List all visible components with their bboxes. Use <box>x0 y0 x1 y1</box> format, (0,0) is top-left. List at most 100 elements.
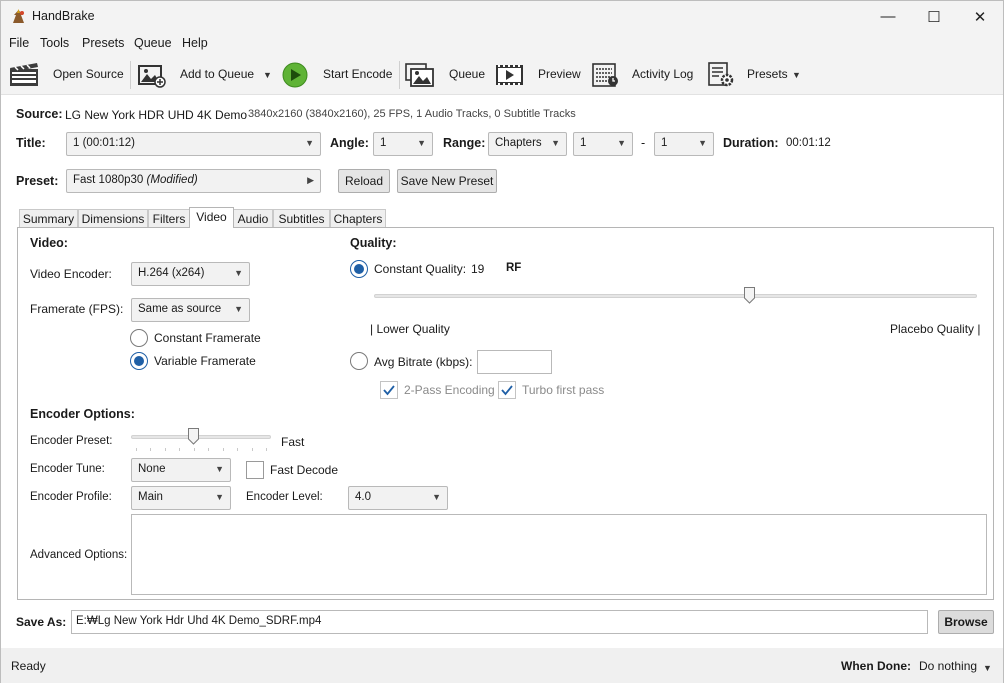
title-select[interactable]: 1 (00:01:12) ▼ <box>66 132 321 156</box>
slider-tick <box>165 448 166 451</box>
placebo-quality-label: Placebo Quality | <box>890 322 981 336</box>
range-end-value: 1 <box>661 137 668 149</box>
constant-quality-radio[interactable] <box>350 260 368 278</box>
source-label: Source: <box>16 107 63 121</box>
add-to-queue-dropdown-icon[interactable]: ▼ <box>263 70 272 80</box>
range-type-select[interactable]: Chapters ▼ <box>488 132 567 156</box>
constant-framerate-radio[interactable] <box>130 329 148 347</box>
range-type-value: Chapters <box>495 137 542 149</box>
video-heading: Video: <box>30 236 68 250</box>
open-source-button[interactable]: Open Source <box>53 67 124 81</box>
browse-button[interactable]: Browse <box>938 610 994 634</box>
handbrake-logo-icon <box>13 9 24 23</box>
preview-button[interactable]: Preview <box>538 67 581 81</box>
avg-bitrate-input[interactable] <box>477 350 552 374</box>
start-encode-icon[interactable] <box>281 62 311 88</box>
minimize-icon: — <box>880 8 896 25</box>
fast-decode-label[interactable]: Fast Decode <box>270 463 338 477</box>
encoder-profile-select[interactable]: Main ▼ <box>131 486 231 510</box>
presets-dropdown-icon[interactable]: ▼ <box>792 70 801 80</box>
activity-log-button[interactable]: Activity Log <box>632 67 693 81</box>
encoder-tune-select[interactable]: None ▼ <box>131 458 231 482</box>
variable-framerate-radio[interactable] <box>130 352 148 370</box>
range-start-select[interactable]: 1 ▼ <box>573 132 633 156</box>
maximize-button[interactable]: ☐ <box>911 1 957 32</box>
tab-audio[interactable]: Audio <box>233 209 273 228</box>
when-done-select[interactable]: Do nothing <box>919 659 977 673</box>
video-tab-panel: Video: Video Encoder: H.264 (x264) ▼ Fram… <box>17 227 994 600</box>
title-bar: HandBrake — ☐ ✕ <box>1 1 1003 32</box>
checkmark-icon <box>383 385 395 396</box>
queue-button[interactable]: Queue <box>449 67 485 81</box>
turbo-first-pass-checkbox[interactable] <box>498 381 516 399</box>
open-source-icon[interactable] <box>9 62 39 88</box>
advanced-options-textarea[interactable] <box>131 514 987 595</box>
constant-quality-label[interactable]: Constant Quality: <box>374 262 466 276</box>
add-to-queue-button[interactable]: Add to Queue <box>180 67 254 81</box>
chevron-down-icon: ▼ <box>432 492 441 502</box>
menu-file[interactable]: File <box>9 36 29 50</box>
range-end-select[interactable]: 1 ▼ <box>654 132 714 156</box>
when-done-dropdown-icon[interactable]: ▼ <box>983 663 992 673</box>
tab-subtitles[interactable]: Subtitles <box>273 209 330 228</box>
encoder-tune-label: Encoder Tune: <box>30 463 105 475</box>
fast-decode-checkbox[interactable] <box>246 461 264 479</box>
range-label: Range: <box>443 136 486 150</box>
encoder-options-heading: Encoder Options: <box>30 407 135 421</box>
minimize-button[interactable]: — <box>865 1 911 32</box>
avg-bitrate-label[interactable]: Avg Bitrate (kbps): <box>374 355 472 369</box>
slider-tick <box>237 448 238 451</box>
duration-label: Duration: <box>723 136 779 150</box>
tab-video[interactable]: Video <box>189 207 234 228</box>
framerate-select[interactable]: Same as source ▼ <box>131 298 250 322</box>
video-encoder-select[interactable]: H.264 (x264) ▼ <box>131 262 250 286</box>
quality-slider-thumb[interactable] <box>744 287 755 304</box>
tab-chapters[interactable]: Chapters <box>330 209 386 228</box>
presets-button[interactable]: Presets <box>747 67 788 81</box>
window-title: HandBrake <box>32 9 95 23</box>
turbo-first-pass-label: Turbo first pass <box>522 383 605 397</box>
close-button[interactable]: ✕ <box>957 1 1003 32</box>
encoder-preset-track <box>131 435 271 439</box>
reload-button[interactable]: Reload <box>338 169 390 193</box>
encoder-preset-value: Fast <box>281 435 305 449</box>
encoder-preset-thumb[interactable] <box>188 428 199 445</box>
slider-tick <box>136 448 137 451</box>
menu-presets[interactable]: Presets <box>82 36 124 50</box>
start-encode-button[interactable]: Start Encode <box>323 67 392 81</box>
angle-select[interactable]: 1 ▼ <box>373 132 433 156</box>
handbrake-window: HandBrake — ☐ ✕ File Tools Presets Queue… <box>0 0 1004 683</box>
angle-select-value: 1 <box>380 137 387 149</box>
variable-framerate-label[interactable]: Variable Framerate <box>154 354 256 368</box>
encoder-profile-label: Encoder Profile: <box>30 491 112 503</box>
add-to-queue-icon[interactable] <box>137 62 167 88</box>
chevron-down-icon: ▼ <box>305 138 314 148</box>
save-new-preset-button[interactable]: Save New Preset <box>397 169 497 193</box>
quality-slider[interactable] <box>374 286 977 308</box>
menu-help[interactable]: Help <box>182 36 208 50</box>
activity-log-icon[interactable] <box>591 62 621 88</box>
avg-bitrate-radio[interactable] <box>350 352 368 370</box>
preset-modified: (Modified) <box>146 174 198 186</box>
tab-dimensions[interactable]: Dimensions <box>78 209 148 228</box>
tab-summary[interactable]: Summary <box>19 209 78 228</box>
menu-queue[interactable]: Queue <box>134 36 172 50</box>
two-pass-label: 2-Pass Encoding <box>404 383 495 397</box>
encoder-preset-label: Encoder Preset: <box>30 435 113 447</box>
encoder-level-value: 4.0 <box>355 491 371 503</box>
encoder-level-select[interactable]: 4.0 ▼ <box>348 486 448 510</box>
source-name: LG New York HDR UHD 4K Demo <box>65 108 248 122</box>
constant-framerate-label[interactable]: Constant Framerate <box>154 331 261 345</box>
save-as-path-input[interactable]: E:₩Lg New York Hdr Uhd 4K Demo_SDRF.mp4 <box>71 610 928 634</box>
presets-icon[interactable] <box>707 62 737 88</box>
menu-tools[interactable]: Tools <box>40 36 69 50</box>
two-pass-checkbox[interactable] <box>380 381 398 399</box>
queue-icon[interactable] <box>405 62 435 88</box>
encoder-preset-slider[interactable] <box>131 428 271 454</box>
preview-icon[interactable] <box>495 62 525 88</box>
chevron-down-icon: ▼ <box>234 268 243 278</box>
chevron-right-icon: ▶ <box>307 175 314 185</box>
preset-selector[interactable]: Fast 1080p30 (Modified) ▶ <box>66 169 321 193</box>
checkmark-icon <box>501 385 513 396</box>
tab-filters[interactable]: Filters <box>148 209 190 228</box>
